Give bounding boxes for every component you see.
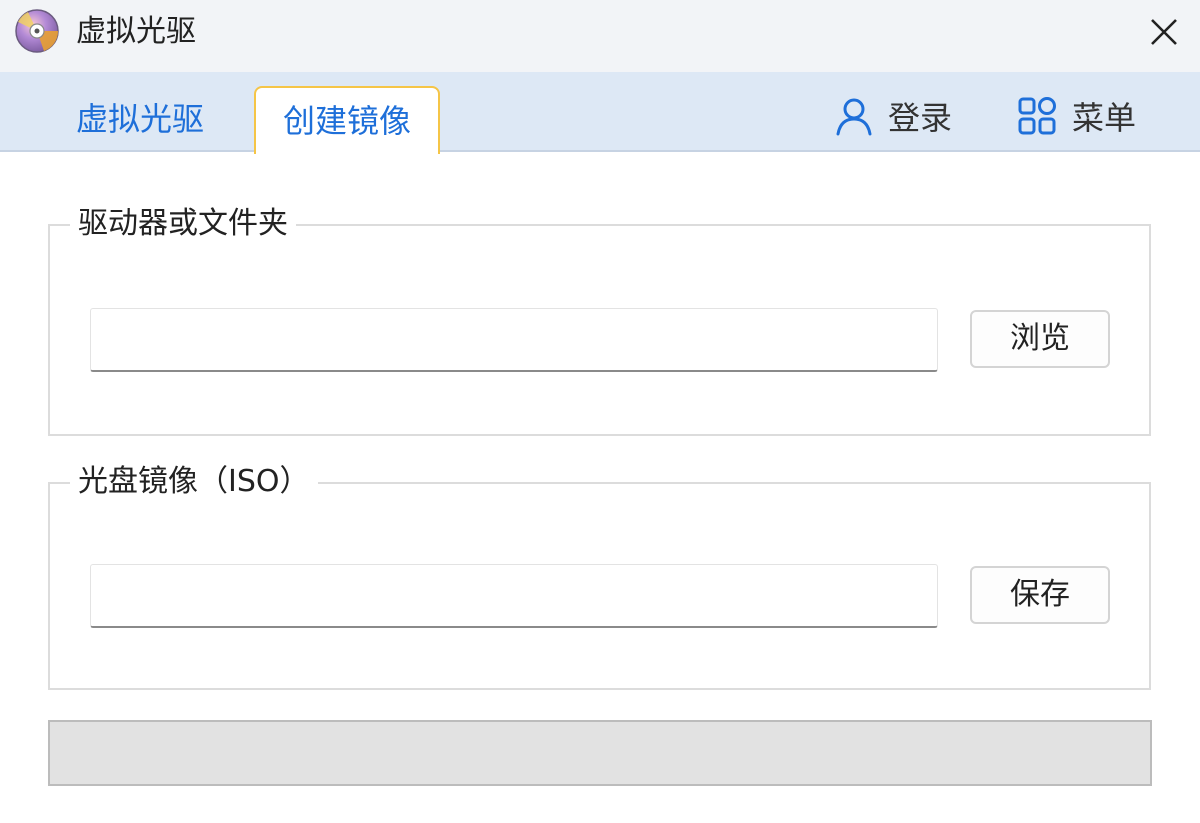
save-button[interactable]: 保存 bbox=[970, 566, 1110, 624]
iso-path-input[interactable] bbox=[90, 564, 938, 628]
window-title: 虚拟光驱 bbox=[76, 14, 196, 49]
menu-label: 菜单 bbox=[1072, 99, 1137, 137]
optical-disc-icon bbox=[15, 9, 59, 53]
progress-bar bbox=[48, 720, 1152, 786]
tab-virtual-drive[interactable]: 虚拟光驱 bbox=[60, 86, 220, 152]
close-button[interactable] bbox=[1140, 8, 1188, 56]
tab-bar: 虚拟光驱 创建镜像 登录 菜单 bbox=[0, 72, 1200, 154]
browse-button[interactable]: 浏览 bbox=[970, 310, 1110, 368]
drive-folder-legend: 驱动器或文件夹 bbox=[70, 202, 296, 246]
login-button[interactable]: 登录 bbox=[832, 90, 952, 142]
source-path-input[interactable] bbox=[90, 308, 938, 372]
title-bar: 虚拟光驱 bbox=[0, 0, 1200, 72]
tab-create-image[interactable]: 创建镜像 bbox=[254, 86, 440, 154]
menu-button[interactable]: 菜单 bbox=[1016, 90, 1136, 142]
login-label: 登录 bbox=[888, 99, 953, 137]
close-icon bbox=[1151, 19, 1177, 45]
drive-folder-group: 驱动器或文件夹 浏览 bbox=[48, 202, 1151, 436]
iso-image-group: 光盘镜像（ISO） 保存 bbox=[48, 460, 1151, 690]
iso-image-legend: 光盘镜像（ISO） bbox=[70, 460, 318, 504]
user-icon bbox=[836, 98, 872, 136]
grid-menu-icon bbox=[1018, 97, 1056, 135]
